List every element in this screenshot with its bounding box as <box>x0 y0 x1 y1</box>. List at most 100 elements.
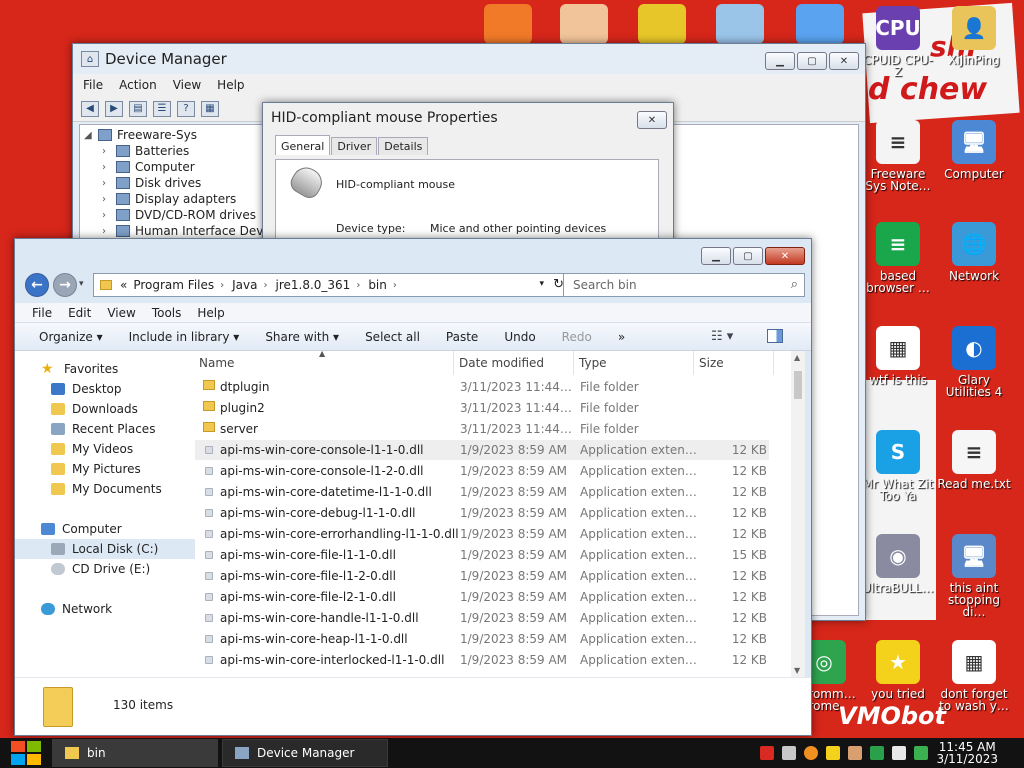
chevron-down-icon[interactable]: ◢ <box>84 130 98 141</box>
list-icon[interactable]: ☰ <box>153 100 171 117</box>
column-divider[interactable] <box>773 351 774 375</box>
properties-dialog[interactable]: HID-compliant mouse Properties ✕ General… <box>262 102 674 252</box>
menu-file[interactable]: File <box>32 306 52 320</box>
nav-favorites[interactable]: ★ Favorites <box>15 359 195 379</box>
desktop-shortcut[interactable]: ≡ based browser … <box>860 222 936 294</box>
hxd-app-icon[interactable] <box>716 4 764 44</box>
desktop-shortcut[interactable]: ◉ UltraBULL… <box>860 534 936 594</box>
chevron-right-icon[interactable]: › <box>102 162 116 173</box>
breadcrumb-separator-icon[interactable]: › <box>393 280 397 291</box>
back-arrow-icon[interactable]: ◀ <box>81 100 99 117</box>
back-button[interactable]: ← <box>25 273 49 297</box>
column-header-size[interactable]: Size <box>699 356 724 370</box>
column-divider[interactable] <box>453 351 454 375</box>
include-in-library-button[interactable]: Include in library ▾ <box>129 330 240 344</box>
breadcrumb-overflow[interactable]: « <box>120 278 127 292</box>
breadcrumb-jre[interactable]: jre1.8.0_361 <box>275 278 350 292</box>
task-explorer-bin[interactable]: bin <box>52 739 218 767</box>
printer-icon[interactable] <box>782 746 796 760</box>
star-tray-icon[interactable] <box>826 746 840 760</box>
menu-help[interactable]: Help <box>197 306 224 320</box>
view-options-icon[interactable]: ☷ ▾ <box>711 329 733 344</box>
nav-network[interactable]: Network <box>15 599 195 619</box>
desktop-shortcut[interactable]: ★ you tried <box>860 640 936 700</box>
file-row[interactable]: api-ms-win-core-interlocked-l1-1-0.dll 1/… <box>195 650 769 670</box>
desktop-shortcut[interactable]: 👤 XiJinPing <box>936 6 1012 66</box>
device-manager-titlebar[interactable]: ⌂ Device Manager <box>73 44 865 74</box>
nav-my-documents[interactable]: My Documents <box>15 479 195 499</box>
person-tray-icon[interactable] <box>848 746 862 760</box>
preview-pane-icon[interactable] <box>767 329 783 343</box>
column-header-date[interactable]: Date modified <box>459 356 544 370</box>
explorer-titlebar[interactable] <box>15 239 811 269</box>
file-row[interactable]: api-ms-win-core-datetime-l1-1-0.dll 1/9/2… <box>195 482 769 502</box>
menu-edit[interactable]: Edit <box>68 306 91 320</box>
menu-action[interactable]: Action <box>119 78 157 92</box>
paste-button[interactable]: Paste <box>446 330 478 344</box>
menu-tools[interactable]: Tools <box>152 306 182 320</box>
file-list[interactable]: Name ▲ Date modified Type Size dtplugin 3… <box>195 349 799 677</box>
file-row[interactable]: api-ms-win-core-handle-l1-1-0.dll 1/9/202… <box>195 608 769 628</box>
safety-tray-icon[interactable] <box>914 746 928 760</box>
maximize-button[interactable]: ▢ <box>733 247 763 265</box>
chevron-right-icon[interactable]: › <box>102 146 116 157</box>
organize-button[interactable]: Organize ▾ <box>39 330 103 344</box>
file-row[interactable]: api-ms-win-core-file-l1-1-0.dll 1/9/2023 … <box>195 545 769 565</box>
scroll-down-icon[interactable]: ▼ <box>794 666 800 675</box>
file-row[interactable]: api-ms-win-core-errorhandling-l1-1-0.dll… <box>195 524 769 544</box>
forward-arrow-icon[interactable]: ▶ <box>105 100 123 117</box>
user-figure-icon[interactable] <box>560 4 608 44</box>
explorer-window[interactable]: ▁ ▢ ✕ ← → ▾ « Program Files › Java › jre1.… <box>14 238 812 736</box>
scrollbar-thumb[interactable] <box>794 371 802 399</box>
minimize-button[interactable]: ▁ <box>765 52 795 70</box>
more-commands-button[interactable]: » <box>618 330 625 344</box>
breadcrumb-separator-icon[interactable]: › <box>263 280 267 291</box>
volume-tray-icon[interactable] <box>892 746 906 760</box>
nav-cd-drive[interactable]: CD Drive (E:) <box>15 559 195 579</box>
file-row[interactable]: api-ms-win-core-debug-l1-1-0.dll 1/9/2023… <box>195 503 769 523</box>
nav-desktop[interactable]: Desktop <box>15 379 195 399</box>
desktop-shortcut[interactable]: ◐ Glary Utilities 4 <box>936 326 1012 398</box>
chevron-right-icon[interactable]: › <box>102 210 116 221</box>
de-app-icon[interactable] <box>638 4 686 44</box>
help-icon[interactable]: ? <box>177 100 195 117</box>
redo-button[interactable]: Redo <box>562 330 592 344</box>
column-divider[interactable] <box>573 351 574 375</box>
colorful-ball-icon[interactable] <box>796 4 844 44</box>
breadcrumb-java[interactable]: Java <box>232 278 257 292</box>
tab-general[interactable]: General <box>275 135 331 155</box>
file-row[interactable]: api-ms-win-core-console-l1-1-0.dll 1/9/20… <box>195 440 769 460</box>
search-icon[interactable]: ⌕ <box>791 277 798 292</box>
view-icon[interactable]: ▦ <box>201 100 219 117</box>
forward-button[interactable]: → <box>53 273 77 297</box>
properties-titlebar[interactable]: HID-compliant mouse Properties <box>263 103 673 133</box>
tab-driver[interactable]: Driver <box>331 137 378 155</box>
minimize-button[interactable]: ▁ <box>701 247 731 265</box>
maximize-button[interactable]: ▢ <box>797 52 827 70</box>
column-header-type[interactable]: Type <box>579 356 607 370</box>
menu-file[interactable]: File <box>83 78 103 92</box>
nav-recent-places[interactable]: Recent Places <box>15 419 195 439</box>
chevron-right-icon[interactable]: › <box>102 178 116 189</box>
vertical-scrollbar[interactable]: ▲ ▼ <box>791 351 805 677</box>
desktop-shortcut[interactable]: ▦ dont forget to wash y… <box>936 640 1012 712</box>
tab-details[interactable]: Details <box>378 137 429 155</box>
file-row[interactable]: plugin2 3/11/2023 11:44… File folder <box>195 398 769 418</box>
column-header-name[interactable]: Name <box>199 356 234 370</box>
file-row[interactable]: api-ms-win-core-file-l2-1-0.dll 1/9/2023 … <box>195 587 769 607</box>
flag-icon[interactable] <box>760 746 774 760</box>
recent-pages-chevron-icon[interactable]: ▾ <box>79 279 84 289</box>
desktop-shortcut[interactable]: 🖥 this aint stopping di… <box>936 534 1012 618</box>
file-row[interactable]: server 3/11/2023 11:44… File folder <box>195 419 769 439</box>
nav-my-pictures[interactable]: My Pictures <box>15 459 195 479</box>
breadcrumb-bin[interactable]: bin <box>368 278 387 292</box>
close-button[interactable]: ✕ <box>829 52 859 70</box>
breadcrumb-program-files[interactable]: Program Files <box>133 278 214 292</box>
share-with-button[interactable]: Share with ▾ <box>265 330 339 344</box>
desktop-shortcut[interactable]: 🌐 Network <box>936 222 1012 282</box>
file-row[interactable]: api-ms-win-core-console-l1-2-0.dll 1/9/20… <box>195 461 769 481</box>
address-bar[interactable]: « Program Files › Java › jre1.8.0_361 › bin… <box>93 273 571 297</box>
file-row[interactable]: api-ms-win-core-heap-l1-1-0.dll 1/9/2023 … <box>195 629 769 649</box>
breadcrumb-separator-icon[interactable]: › <box>356 280 360 291</box>
column-divider[interactable] <box>693 351 694 375</box>
